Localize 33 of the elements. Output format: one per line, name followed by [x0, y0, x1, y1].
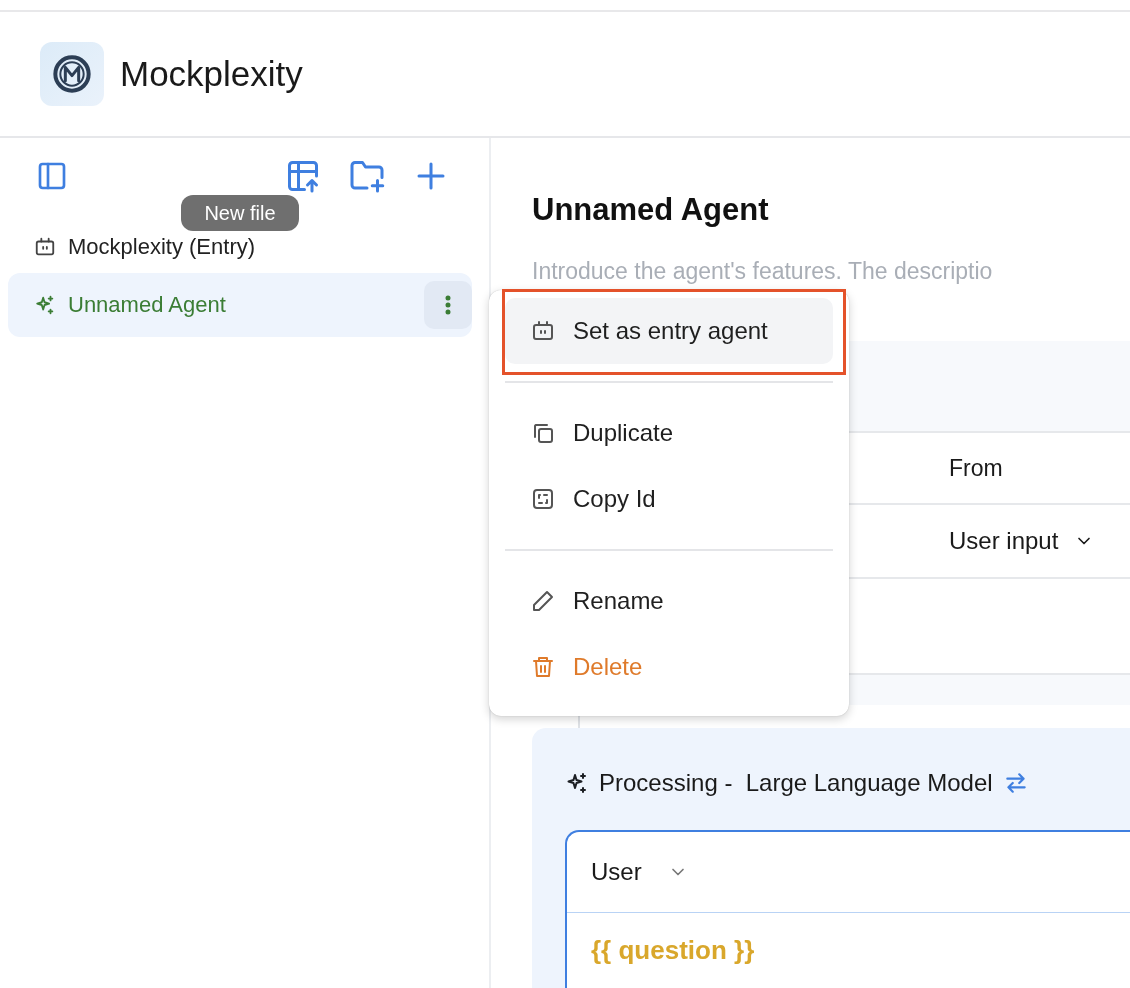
logo-icon: [40, 42, 104, 106]
sparkle-icon: [34, 294, 56, 316]
trash-icon: [531, 655, 555, 679]
robot-icon: [34, 236, 56, 258]
sidebar-item[interactable]: Mockplexity (Entry): [8, 231, 472, 263]
role-dropdown[interactable]: User: [591, 858, 688, 886]
sidebar-item[interactable]: Unnamed Agent: [8, 273, 472, 337]
menu-item[interactable]: Duplicate: [505, 400, 833, 466]
robot-icon: [531, 319, 555, 343]
folder-plus-icon: [349, 158, 385, 194]
vertical-dots-icon: [445, 294, 451, 316]
prompt-variable: {{ question }}: [590, 934, 756, 966]
description-field[interactable]: Introduce the agent's features. The descriptio: [532, 258, 1130, 285]
copy-icon: [531, 421, 555, 445]
node-title: Processing - Large Language Model: [599, 769, 993, 797]
sparkle-icon: [565, 771, 589, 795]
more-options-button[interactable]: [424, 281, 472, 329]
new-folder-button[interactable]: [349, 158, 385, 194]
table-upload-icon: [285, 158, 321, 194]
pencil-icon: [531, 589, 555, 613]
source-dropdown[interactable]: User input: [949, 527, 1095, 555]
app-title: Mockplexity: [120, 54, 303, 94]
table-upload-button[interactable]: [285, 158, 321, 194]
copy-id-icon: [531, 487, 555, 511]
menu-item[interactable]: Rename: [505, 568, 833, 634]
tooltip: New file: [181, 195, 299, 231]
menu-item[interactable]: Copy Id: [505, 466, 833, 532]
agent-title: Unnamed Agent: [532, 192, 769, 228]
column-heading: From: [949, 454, 1003, 482]
toggle-sidebar-button[interactable]: [36, 160, 68, 192]
prompt-editor[interactable]: User {{ question }}: [565, 830, 1130, 988]
panel-icon: [36, 160, 68, 192]
menu-item[interactable]: Set as entry agent: [505, 298, 833, 364]
